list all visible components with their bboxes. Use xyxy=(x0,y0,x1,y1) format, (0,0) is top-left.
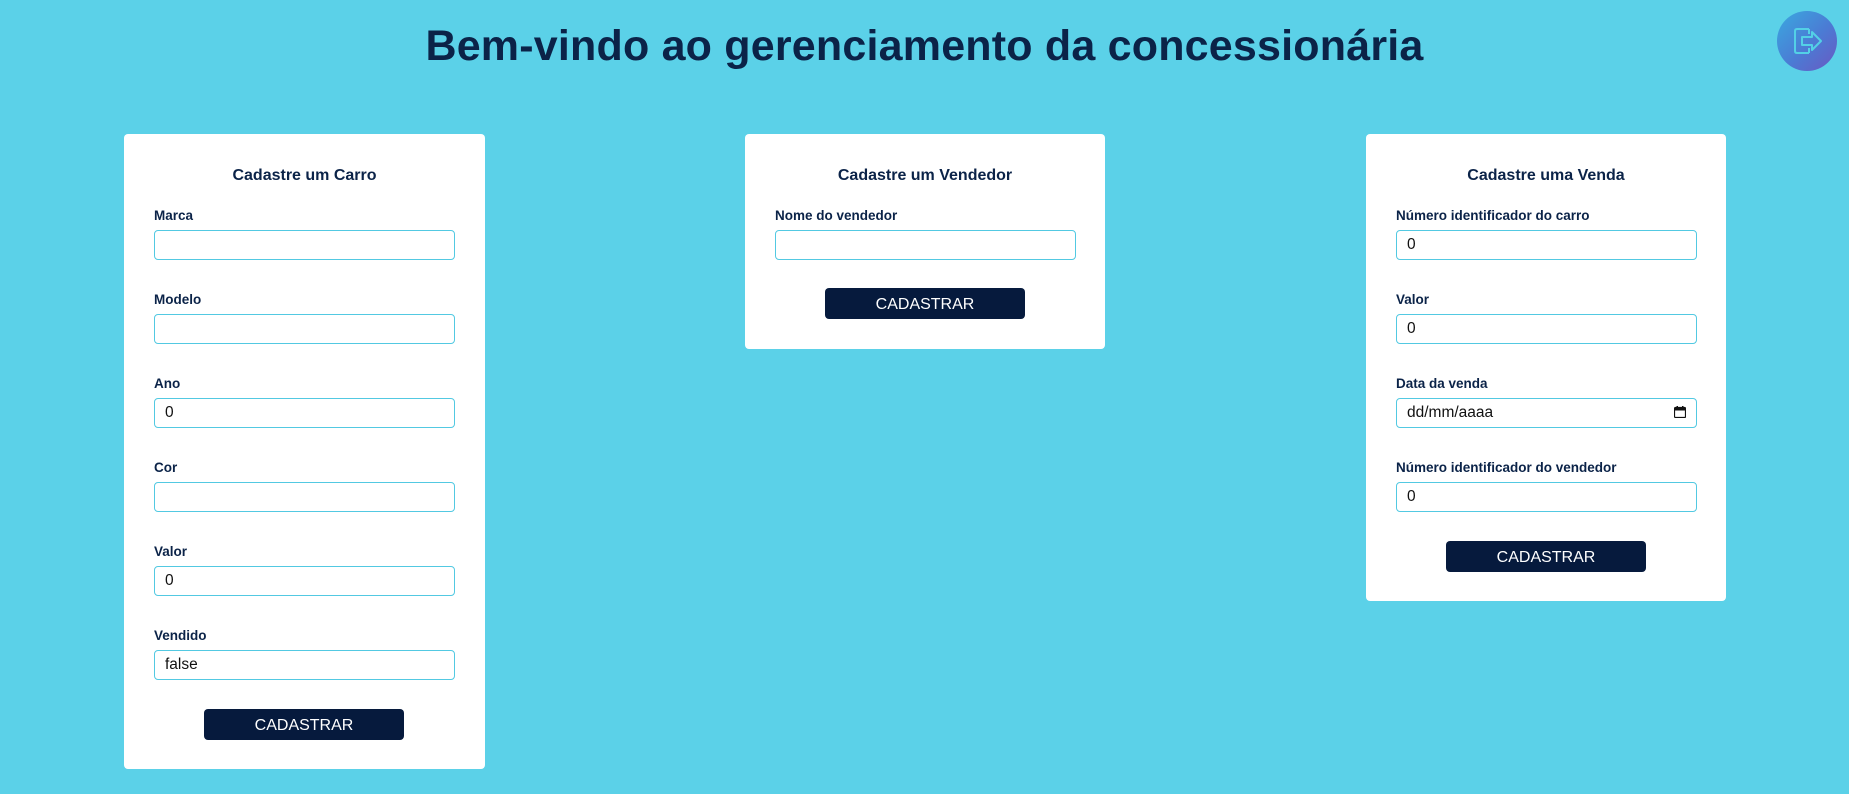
field-label-id-carro: Número identificador do carro xyxy=(1396,208,1590,223)
seller-form-title: Cadastre um Vendedor xyxy=(837,167,1013,184)
sale-submit-button[interactable]: CADASTRAR xyxy=(1446,541,1646,572)
id-vendedor-input[interactable]: 0 xyxy=(1396,482,1697,512)
field-label-ano: Ano xyxy=(154,376,181,391)
ano-input[interactable]: 0 xyxy=(154,398,455,428)
valor-input[interactable]: 0 xyxy=(154,566,455,596)
field-nome-vendedor: Nome do vendedor xyxy=(775,208,1076,260)
field-label-valor-venda: Valor xyxy=(1396,292,1430,307)
sale-form-card: Cadastre uma Venda Número identificador … xyxy=(1366,134,1726,601)
field-label-data-venda: Data da venda xyxy=(1396,376,1488,391)
seller-submit-button[interactable]: CADASTRAR xyxy=(825,288,1025,319)
field-vendido: Vendido false xyxy=(154,628,455,680)
vendido-input[interactable]: false xyxy=(154,650,455,680)
field-cor: Cor xyxy=(154,460,455,512)
id-carro-input[interactable]: 0 xyxy=(1396,230,1697,260)
seller-form-card: Cadastre um Vendedor Nome do vendedor CA… xyxy=(745,134,1105,349)
calendar-icon[interactable] xyxy=(1674,406,1686,418)
field-label-nome-vendedor: Nome do vendedor xyxy=(775,208,898,223)
field-label-modelo: Modelo xyxy=(154,292,202,307)
car-form-title: Cadastre um Carro xyxy=(232,167,377,184)
field-label-id-vendedor: Número identificador do vendedor xyxy=(1396,460,1617,475)
modelo-input[interactable] xyxy=(154,314,455,344)
field-ano: Ano 0 xyxy=(154,376,455,428)
logout-icon xyxy=(1794,28,1822,54)
car-form-card: Cadastre um Carro Marca Modelo Ano 0 Cor… xyxy=(124,134,485,769)
field-data-venda: Data da venda dd/mm/aaaa xyxy=(1396,376,1697,428)
data-venda-input[interactable]: dd/mm/aaaa xyxy=(1396,398,1697,428)
sale-form-title: Cadastre uma Venda xyxy=(1467,167,1625,184)
logout-button[interactable] xyxy=(1777,11,1837,71)
field-label-cor: Cor xyxy=(154,460,178,475)
field-id-vendedor: Número identificador do vendedor 0 xyxy=(1396,460,1697,512)
field-valor: Valor 0 xyxy=(154,544,455,596)
field-marca: Marca xyxy=(154,208,455,260)
field-label-valor: Valor xyxy=(154,544,188,559)
field-label-vendido: Vendido xyxy=(154,628,207,643)
field-id-carro: Número identificador do carro 0 xyxy=(1396,208,1697,260)
field-valor-venda: Valor 0 xyxy=(1396,292,1697,344)
car-submit-button[interactable]: CADASTRAR xyxy=(204,709,404,740)
marca-input[interactable] xyxy=(154,230,455,260)
page-title: Bem-vindo ao gerenciamento da concession… xyxy=(425,22,1424,70)
valor-venda-input[interactable]: 0 xyxy=(1396,314,1697,344)
field-label-marca: Marca xyxy=(154,208,194,223)
field-modelo: Modelo xyxy=(154,292,455,344)
nome-vendedor-input[interactable] xyxy=(775,230,1076,260)
cor-input[interactable] xyxy=(154,482,455,512)
